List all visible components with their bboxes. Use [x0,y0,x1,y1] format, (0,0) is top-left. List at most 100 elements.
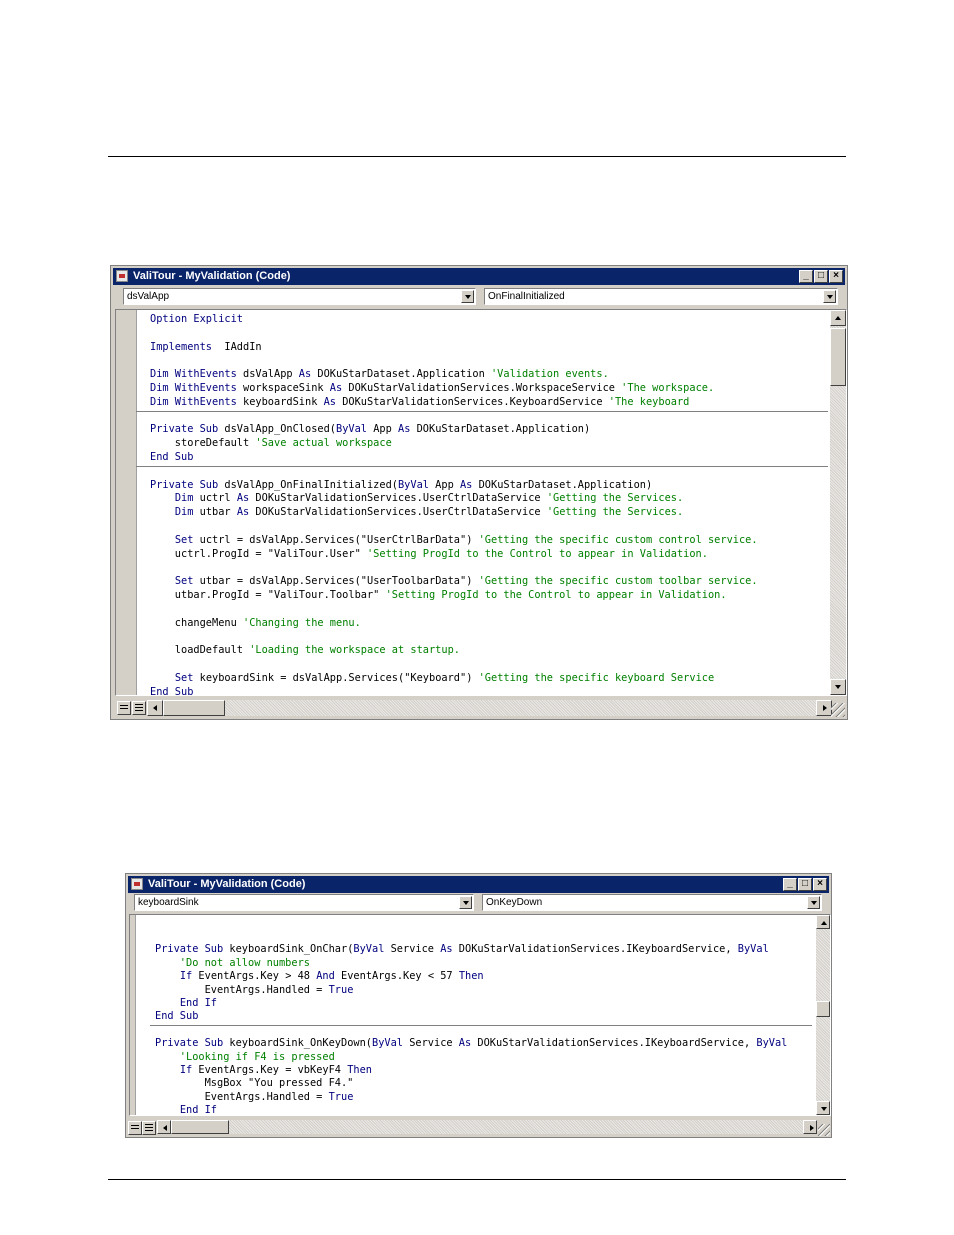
code-line[interactable]: uctrl.ProgId = "ValiTour.User" 'Setting … [150,548,708,561]
object-combo[interactable]: keyboardSink [134,894,474,911]
code-editor[interactable]: Private Sub keyboardSink_OnChar(ByVal Se… [129,914,831,1116]
maximize-button[interactable]: □ [798,878,812,891]
code-token: App [428,478,460,491]
scroll-up-arrow-icon[interactable] [830,310,846,326]
vertical-scroll-thumb[interactable] [830,328,846,386]
vertical-scrollbar[interactable] [830,310,846,695]
minimize-button[interactable]: _ [783,878,797,891]
procedure-view-icon[interactable] [117,701,131,715]
resize-grip-icon[interactable] [818,1124,830,1136]
code-token: uctrl = dsValApp.Services("UserCtrlBarDa… [193,533,479,546]
code-line[interactable]: Dim WithEvents dsValApp As DOKuStarDatas… [150,368,609,381]
code-line[interactable]: storeDefault 'Save actual workspace [150,437,392,450]
scroll-left-arrow-icon[interactable] [157,1120,171,1134]
code-line[interactable]: Set uctrl = dsValApp.Services("UserCtrlB… [150,534,758,547]
scroll-right-arrow-icon[interactable] [816,700,832,716]
keyword-token: Set [174,533,194,546]
code-line[interactable]: Set utbar = dsValApp.Services("UserToolb… [150,575,758,588]
code-line[interactable]: End Sub [155,1010,198,1023]
code-line[interactable]: changeMenu 'Changing the menu. [150,617,361,630]
code-lines[interactable]: Private Sub keyboardSink_OnChar(ByVal Se… [155,915,812,1115]
chevron-down-icon[interactable] [461,290,474,303]
code-line[interactable]: Option Explicit [150,313,243,326]
keyword-token: If [179,970,193,983]
keyword-token: As [323,395,336,408]
vb-module-icon [116,270,128,282]
procedure-combo[interactable]: OnKeyDown [482,894,822,911]
code-line[interactable]: Private Sub dsValApp_OnFinalInitialized(… [150,479,652,492]
chevron-down-icon[interactable] [459,896,472,909]
code-token: MsgBox "You pressed F4." [155,1077,354,1090]
code-token: EventArgs.Handled = [155,983,329,996]
keyword-token: ByVal [737,943,769,956]
maximize-button[interactable]: □ [814,270,828,283]
scroll-right-arrow-icon[interactable] [803,1120,817,1134]
scroll-down-arrow-icon[interactable] [816,1101,830,1115]
code-lines[interactable]: Option Explicit Implements IAddIn Dim With… [150,310,828,695]
code-line[interactable]: Dim WithEvents workspaceSink As DOKuStar… [150,382,714,395]
code-window-2: ValiTour - MyValidation (Code) _ □ × key… [125,873,832,1138]
code-line[interactable]: Dim uctrl As DOKuStarValidationServices.… [150,492,683,505]
minimize-button[interactable]: _ [799,270,813,283]
vertical-scroll-thumb[interactable] [816,1001,830,1017]
code-token: keyboardSink_OnChar( [223,943,354,956]
code-line[interactable]: End If [155,997,217,1010]
code-token: DOKuStarDataset.Application) [472,478,653,491]
chevron-down-icon[interactable] [823,290,836,303]
procedure-separator [136,465,828,467]
resize-grip-icon[interactable] [831,703,845,717]
code-editor[interactable]: Option Explicit Implements IAddIn Dim With… [115,309,847,696]
code-line[interactable]: Private Sub dsValApp_OnClosed(ByVal App … [150,423,590,436]
code-line[interactable]: EventArgs.Handled = True [155,983,354,997]
code-token: keyboardSink_OnKeyDown( [223,1037,372,1050]
title-bar[interactable]: ValiTour - MyValidation (Code) _ □ × [113,268,845,285]
code-line[interactable]: Private Sub keyboardSink_OnChar(ByVal Se… [155,943,769,956]
scroll-up-arrow-icon[interactable] [816,915,830,929]
procedure-combo[interactable]: OnFinalInitialized [484,288,838,305]
horizontal-scrollbar[interactable] [147,700,832,716]
object-combo[interactable]: dsValApp [123,288,476,305]
scroll-down-arrow-icon[interactable] [830,679,846,695]
code-line[interactable]: If EventArgs.Key > 48 And EventArgs.Key … [155,970,484,983]
window-title: ValiTour - MyValidation (Code) [148,878,306,890]
code-line[interactable]: MsgBox "You pressed F4." [155,1077,354,1090]
code-line[interactable]: Dim utbar As DOKuStarValidationServices.… [150,506,683,519]
close-button[interactable]: × [813,878,827,891]
code-line[interactable]: End Sub [150,686,193,695]
keyword-token: Dim WithEvents [150,368,237,381]
code-line[interactable]: End If [155,1104,217,1115]
horizontal-scroll-thumb[interactable] [171,1120,229,1134]
code-line[interactable]: 'Do not allow numbers [155,957,310,970]
code-token: DOKuStarValidationServices.KeyboardServi… [336,395,609,408]
horizontal-scroll-thumb[interactable] [163,700,225,716]
margin-indicator-bar[interactable] [116,310,137,695]
title-bar[interactable]: ValiTour - MyValidation (Code) _ □ × [128,876,829,893]
chevron-down-icon[interactable] [807,896,820,909]
keyword-token: Then [347,1064,373,1076]
vertical-scrollbar[interactable] [816,915,830,1115]
code-line[interactable]: Private Sub keyboardSink_OnKeyDown(ByVal… [155,1037,787,1050]
code-line[interactable]: Set keyboardSink = dsValApp.Services("Ke… [150,672,714,685]
code-line[interactable]: loadDefault 'Loading the workspace at st… [150,644,460,657]
procedure-view-icon[interactable] [128,1121,142,1135]
code-line[interactable]: utbar.ProgId = "ValiTour.Toolbar" 'Setti… [150,589,727,602]
keyword-token: As [459,478,473,491]
code-token: utbar [193,506,237,519]
window-title: ValiTour - MyValidation (Code) [133,270,291,282]
code-token: uctrl.ProgId = "ValiTour.User" [150,547,367,560]
comment-token: 'Getting the Services. [546,492,684,505]
code-line[interactable]: If EventArgs.Key = vbKeyF4 Then [155,1064,372,1077]
full-module-view-icon[interactable] [142,1121,156,1135]
close-button[interactable]: × [829,270,843,283]
keyword-token: ByVal [336,423,367,436]
margin-indicator-bar[interactable] [130,915,136,1115]
code-line[interactable]: Dim WithEvents keyboardSink As DOKuStarV… [150,396,689,409]
scroll-left-arrow-icon[interactable] [147,700,163,716]
keyword-token: As [329,382,343,394]
horizontal-scrollbar[interactable] [157,1120,817,1134]
code-line[interactable]: Implements IAddIn [150,341,262,354]
full-module-view-icon[interactable] [132,701,146,715]
code-line[interactable]: End Sub [150,451,193,464]
code-line[interactable]: EventArgs.Handled = True [155,1091,354,1104]
code-line[interactable]: 'Looking if F4 is pressed [155,1051,335,1064]
